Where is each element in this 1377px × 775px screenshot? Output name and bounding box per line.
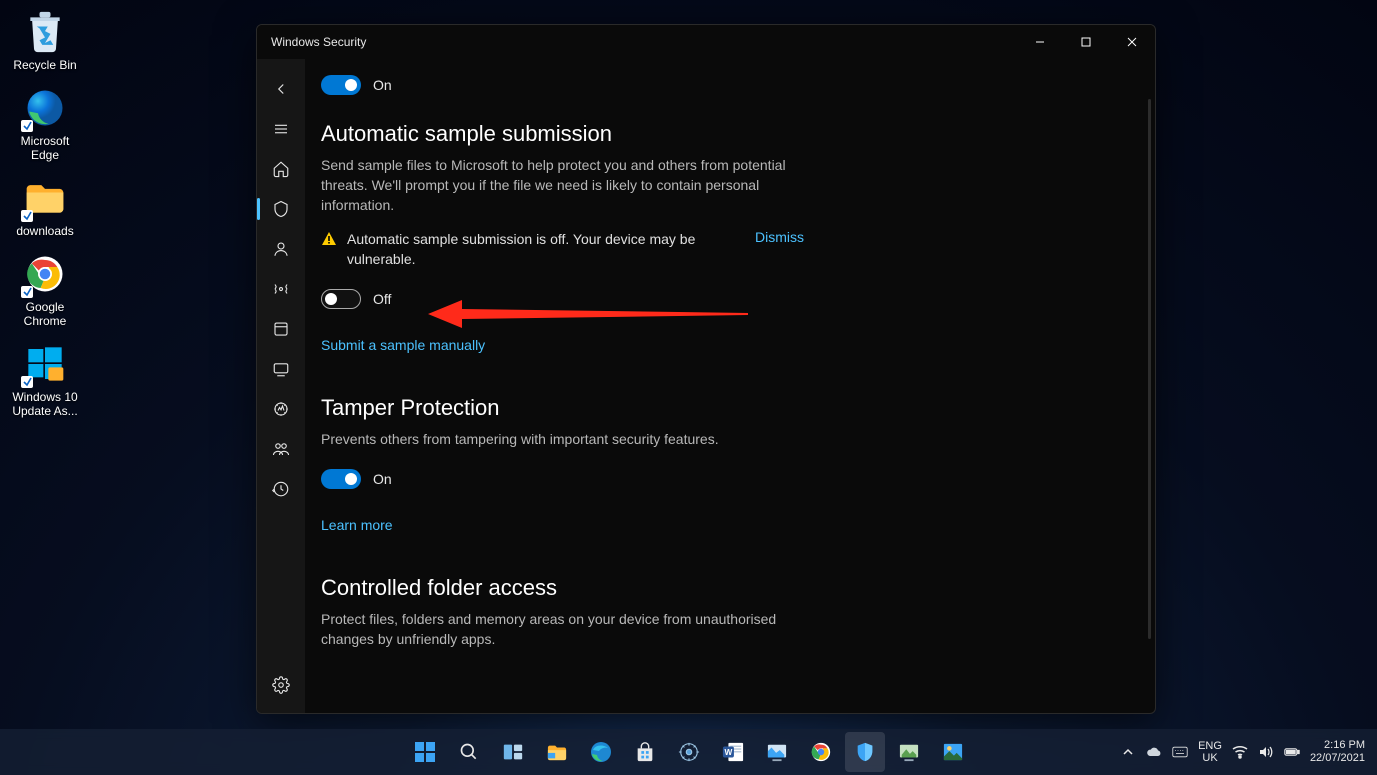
back-button[interactable] bbox=[257, 69, 305, 109]
tray-battery-icon[interactable] bbox=[1284, 744, 1300, 760]
dismiss-link[interactable]: Dismiss bbox=[755, 229, 804, 245]
desktop-icon-chrome[interactable]: Google Chrome bbox=[6, 252, 84, 328]
toggle-state-label: On bbox=[373, 471, 392, 487]
sidebar-item-device-performance[interactable] bbox=[257, 389, 305, 429]
tamper-toggle[interactable] bbox=[321, 469, 361, 489]
window-title: Windows Security bbox=[271, 35, 366, 49]
section-description: Protect files, folders and memory areas … bbox=[321, 609, 821, 649]
date: 22/07/2021 bbox=[1310, 752, 1365, 765]
maximize-button[interactable] bbox=[1063, 25, 1109, 59]
tray-volume-icon[interactable] bbox=[1258, 744, 1274, 760]
section-title: Controlled folder access bbox=[321, 575, 1081, 601]
learn-more-link[interactable]: Learn more bbox=[321, 517, 393, 533]
desktop-icon-downloads[interactable]: downloads bbox=[6, 176, 84, 238]
clock[interactable]: 2:16 PM 22/07/2021 bbox=[1310, 739, 1365, 765]
tamper-section: Tamper Protection Prevents others from t… bbox=[321, 395, 1081, 535]
chrome-icon bbox=[23, 252, 67, 296]
taskbar-tray: ENG UK 2:16 PM 22/07/2021 bbox=[1120, 739, 1377, 765]
sidebar-item-device-security[interactable] bbox=[257, 349, 305, 389]
taskbar-settings[interactable] bbox=[669, 732, 709, 772]
section-description: Send sample files to Microsoft to help p… bbox=[321, 155, 801, 215]
cloud-protection-toggle[interactable] bbox=[321, 75, 361, 95]
menu-button[interactable] bbox=[257, 109, 305, 149]
windows-security-window: Windows Security bbox=[256, 24, 1156, 714]
desktop-icon-win10-update[interactable]: Windows 10 Update As... bbox=[6, 342, 84, 418]
sidebar-item-account[interactable] bbox=[257, 229, 305, 269]
tray-onedrive-icon[interactable] bbox=[1146, 744, 1162, 760]
titlebar[interactable]: Windows Security bbox=[257, 25, 1155, 59]
content-area: On Automatic sample submission Send samp… bbox=[305, 59, 1155, 713]
sidebar-item-settings[interactable] bbox=[257, 665, 305, 705]
sidebar-item-family[interactable] bbox=[257, 429, 305, 469]
taskbar-security[interactable] bbox=[845, 732, 885, 772]
edge-icon bbox=[23, 86, 67, 130]
search-button[interactable] bbox=[449, 732, 489, 772]
desktop-icon-label: downloads bbox=[16, 224, 73, 238]
svg-text:W: W bbox=[724, 748, 732, 757]
task-view-button[interactable] bbox=[493, 732, 533, 772]
toggle-state-label: On bbox=[373, 77, 392, 93]
warning-text: Automatic sample submission is off. Your… bbox=[347, 229, 727, 269]
time: 2:16 PM bbox=[1310, 739, 1365, 752]
desktop-icons: Recycle Bin Microsoft Edge downloads Goo… bbox=[6, 10, 96, 432]
auto-sample-section: Automatic sample submission Send sample … bbox=[321, 121, 1081, 355]
controlled-folder-section: Controlled folder access Protect files, … bbox=[321, 575, 1081, 649]
sidebar bbox=[257, 59, 305, 713]
taskbar-app-1[interactable] bbox=[757, 732, 797, 772]
sidebar-item-home[interactable] bbox=[257, 149, 305, 189]
desktop-icon-edge[interactable]: Microsoft Edge bbox=[6, 86, 84, 162]
submit-sample-link[interactable]: Submit a sample manually bbox=[321, 337, 485, 353]
taskbar-chrome[interactable] bbox=[801, 732, 841, 772]
taskbar-photos[interactable] bbox=[933, 732, 973, 772]
windows-logo-icon bbox=[23, 342, 67, 386]
auto-sample-toggle[interactable] bbox=[321, 289, 361, 309]
desktop-icon-label: Google Chrome bbox=[6, 300, 84, 328]
tamper-toggle-row: On bbox=[321, 469, 1081, 489]
warning-row: Automatic sample submission is off. Your… bbox=[321, 229, 1081, 269]
scrollbar[interactable] bbox=[1148, 99, 1151, 639]
desktop-icon-label: Windows 10 Update As... bbox=[6, 390, 84, 418]
desktop-icon-label: Microsoft Edge bbox=[6, 134, 84, 162]
language-indicator[interactable]: ENG UK bbox=[1198, 740, 1222, 764]
warning-icon bbox=[321, 231, 337, 247]
folder-icon bbox=[23, 176, 67, 220]
taskbar-word[interactable]: W bbox=[713, 732, 753, 772]
sidebar-item-virus-threat[interactable] bbox=[257, 189, 305, 229]
section-title: Automatic sample submission bbox=[321, 121, 1081, 147]
lang-top: ENG bbox=[1198, 740, 1222, 752]
taskbar-explorer[interactable] bbox=[537, 732, 577, 772]
taskbar-store[interactable] bbox=[625, 732, 665, 772]
lang-bottom: UK bbox=[1198, 752, 1222, 764]
tray-wifi-icon[interactable] bbox=[1232, 744, 1248, 760]
sidebar-item-firewall[interactable] bbox=[257, 269, 305, 309]
cloud-protection-toggle-row: On bbox=[321, 75, 1081, 95]
close-button[interactable] bbox=[1109, 25, 1155, 59]
tray-keyboard-icon[interactable] bbox=[1172, 744, 1188, 760]
taskbar-app-2[interactable] bbox=[889, 732, 929, 772]
auto-sample-toggle-row: Off bbox=[321, 289, 1081, 309]
taskbar-edge[interactable] bbox=[581, 732, 621, 772]
taskbar-center: W bbox=[405, 732, 973, 772]
desktop-icon-label: Recycle Bin bbox=[13, 58, 76, 72]
sidebar-item-app-browser[interactable] bbox=[257, 309, 305, 349]
toggle-state-label: Off bbox=[373, 291, 391, 307]
start-button[interactable] bbox=[405, 732, 445, 772]
recycle-bin-icon bbox=[23, 10, 67, 54]
sidebar-item-history[interactable] bbox=[257, 469, 305, 509]
desktop-icon-recycle-bin[interactable]: Recycle Bin bbox=[6, 10, 84, 72]
taskbar: W ENG UK 2:16 PM 22/07/2021 bbox=[0, 729, 1377, 775]
section-description: Prevents others from tampering with impo… bbox=[321, 429, 801, 449]
section-title: Tamper Protection bbox=[321, 395, 1081, 421]
minimize-button[interactable] bbox=[1017, 25, 1063, 59]
tray-chevron-icon[interactable] bbox=[1120, 744, 1136, 760]
